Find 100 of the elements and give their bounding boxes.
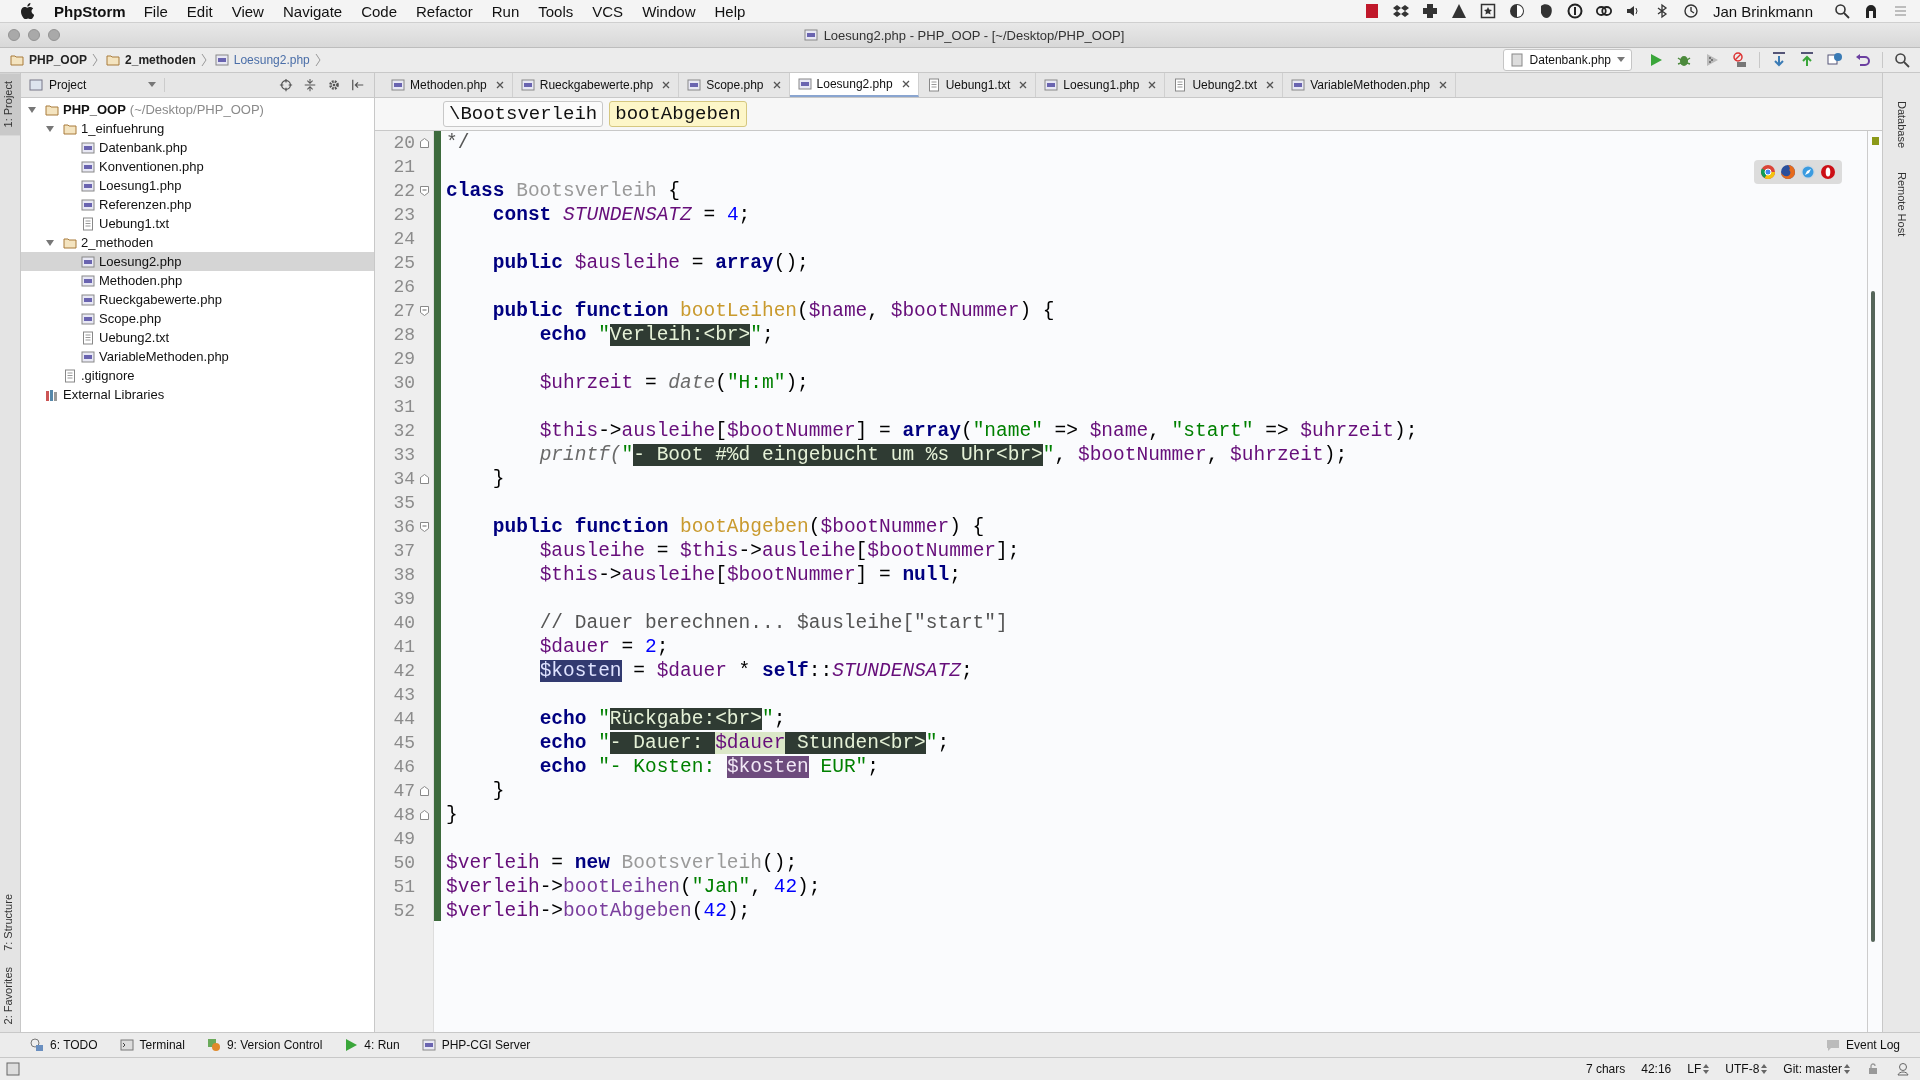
undo-icon[interactable]: [1855, 52, 1871, 68]
close-icon[interactable]: [772, 81, 781, 89]
browser-icon[interactable]: [1820, 164, 1836, 180]
tray-icon[interactable]: [1479, 3, 1496, 19]
menu-item[interactable]: Navigate: [282, 2, 343, 20]
expand-arrow-icon[interactable]: [45, 123, 55, 134]
inspector-icon[interactable]: [1896, 1062, 1910, 1076]
tool-window-button[interactable]: 6: TODO: [30, 1038, 98, 1052]
close-icon[interactable]: [662, 81, 671, 89]
code-breadcrumb[interactable]: \Bootsverleih: [443, 101, 604, 127]
breadcrumb-item[interactable]: 2_methoden: [124, 53, 197, 67]
code-breadcrumb[interactable]: bootAbgeben: [609, 101, 747, 127]
menu-item[interactable]: File: [143, 2, 168, 20]
status-selector[interactable]: UTF-8: [1725, 1062, 1768, 1076]
close-icon[interactable]: [901, 80, 910, 88]
tree-item[interactable]: Referenzen.php: [21, 195, 374, 214]
expand-arrow-icon[interactable]: [27, 104, 37, 115]
browser-icon[interactable]: [1800, 164, 1816, 180]
menu-item[interactable]: Tools: [538, 2, 574, 20]
run-icon[interactable]: [1648, 52, 1664, 68]
close-icon[interactable]: [1148, 81, 1157, 89]
coverage-icon[interactable]: [1704, 52, 1720, 68]
tree-item[interactable]: Uebung1.txt: [21, 214, 374, 233]
menu-item[interactable]: Help: [714, 2, 746, 20]
compare-icon[interactable]: [1827, 52, 1843, 68]
editor-tab[interactable]: Methoden.php: [383, 73, 513, 97]
tool-window-tab[interactable]: 7: Structure: [0, 885, 20, 959]
menu-item[interactable]: Run: [491, 2, 520, 20]
close-icon[interactable]: [495, 81, 504, 89]
tree-item[interactable]: Uebung2.txt: [21, 328, 374, 347]
event-log-button[interactable]: Event Log: [1825, 1038, 1900, 1052]
search-icon[interactable]: [1894, 52, 1910, 68]
panel-toggle-icon[interactable]: [6, 1062, 20, 1076]
app-menu[interactable]: PhpStorm: [54, 2, 126, 20]
gear-icon[interactable]: [327, 78, 341, 92]
tree-item[interactable]: Loesung2.php: [21, 252, 374, 271]
apple-icon[interactable]: [20, 3, 34, 19]
menu-item[interactable]: View: [231, 2, 264, 20]
history-icon[interactable]: [1682, 3, 1699, 19]
fold-icon[interactable]: [419, 306, 429, 316]
tool-window-button[interactable]: PHP-CGI Server: [421, 1038, 531, 1052]
tool-window-tab[interactable]: Remote Host: [1895, 172, 1908, 237]
status-selector[interactable]: LF: [1687, 1062, 1710, 1076]
close-icon[interactable]: [1266, 81, 1275, 89]
fold-icon[interactable]: [419, 786, 429, 796]
tray-icon[interactable]: [1863, 3, 1879, 19]
close-icon[interactable]: [1439, 81, 1447, 89]
fold-icon[interactable]: [419, 474, 429, 484]
fold-icon[interactable]: [419, 138, 429, 148]
fold-icon[interactable]: [419, 522, 429, 532]
tool-window-tab[interactable]: Database: [1895, 101, 1908, 149]
tray-icon[interactable]: [1508, 3, 1525, 19]
tray-icon[interactable]: [1450, 3, 1467, 19]
editor-tab[interactable]: Loesung1.php: [1036, 73, 1166, 97]
editor-tab[interactable]: Rueckgabewerte.php: [512, 73, 680, 97]
tree-item[interactable]: External Libraries: [21, 385, 374, 404]
menu-item[interactable]: Code: [361, 2, 397, 20]
vcs-commit-icon[interactable]: [1799, 52, 1815, 68]
tool-window-button[interactable]: 4: Run: [344, 1038, 400, 1052]
editor-tab[interactable]: Loesung2.php: [789, 73, 919, 97]
menu-item[interactable]: VCS: [592, 2, 624, 20]
tool-window-tab[interactable]: 2: Favorites: [0, 958, 20, 1032]
vcs-update-icon[interactable]: [1771, 52, 1787, 68]
editor-tab[interactable]: Scope.php: [679, 73, 790, 97]
tray-icon[interactable]: [1421, 3, 1438, 19]
menu-item[interactable]: Refactor: [416, 2, 473, 20]
breadcrumb-item[interactable]: Loesung2.php: [232, 53, 311, 67]
editor-tab[interactable]: Uebung2.txt: [1165, 73, 1284, 97]
tree-item[interactable]: Datenbank.php: [21, 138, 374, 157]
editor-tab[interactable]: VariableMethoden.php: [1283, 73, 1456, 97]
collapse-icon[interactable]: [303, 78, 317, 92]
tool-window-button[interactable]: 9: Version Control: [206, 1038, 323, 1052]
browser-icon[interactable]: [1760, 164, 1776, 180]
tree-item[interactable]: Rueckgabewerte.php: [21, 290, 374, 309]
fold-icon[interactable]: [419, 810, 429, 820]
locate-icon[interactable]: [279, 78, 293, 92]
search-icon[interactable]: [1834, 3, 1850, 19]
tree-item[interactable]: PHP_OOP (~/Desktop/PHP_OOP): [21, 100, 374, 119]
menu-item[interactable]: Edit: [186, 2, 213, 20]
tray-icon[interactable]: [1392, 3, 1409, 19]
close-icon[interactable]: [1019, 81, 1028, 89]
tray-icon[interactable]: [1566, 3, 1583, 19]
tree-item[interactable]: Methoden.php: [21, 271, 374, 290]
menu-item[interactable]: Window: [642, 2, 696, 20]
stop-listening-icon[interactable]: [1732, 52, 1748, 68]
run-configuration-dropdown[interactable]: Datenbank.php: [1502, 49, 1632, 71]
tree-item[interactable]: Konventionen.php: [21, 157, 374, 176]
browser-icon[interactable]: [1780, 164, 1796, 180]
scrollbar-thumb[interactable]: [1871, 291, 1875, 942]
editor-tab[interactable]: Uebung1.txt: [918, 73, 1037, 97]
tool-window-button[interactable]: Terminal: [119, 1038, 185, 1052]
breadcrumb-item[interactable]: PHP_OOP: [28, 53, 89, 67]
tree-item[interactable]: .gitignore: [21, 366, 374, 385]
tree-item[interactable]: 2_methoden: [21, 233, 374, 252]
tree-item[interactable]: VariableMethoden.php: [21, 347, 374, 366]
volume-icon[interactable]: [1624, 3, 1641, 19]
tree-item[interactable]: Loesung1.php: [21, 176, 374, 195]
tool-window-tab[interactable]: 1: Project: [0, 73, 20, 136]
expand-arrow-icon[interactable]: [45, 237, 55, 248]
tree-item[interactable]: 1_einfuehrung: [21, 119, 374, 138]
